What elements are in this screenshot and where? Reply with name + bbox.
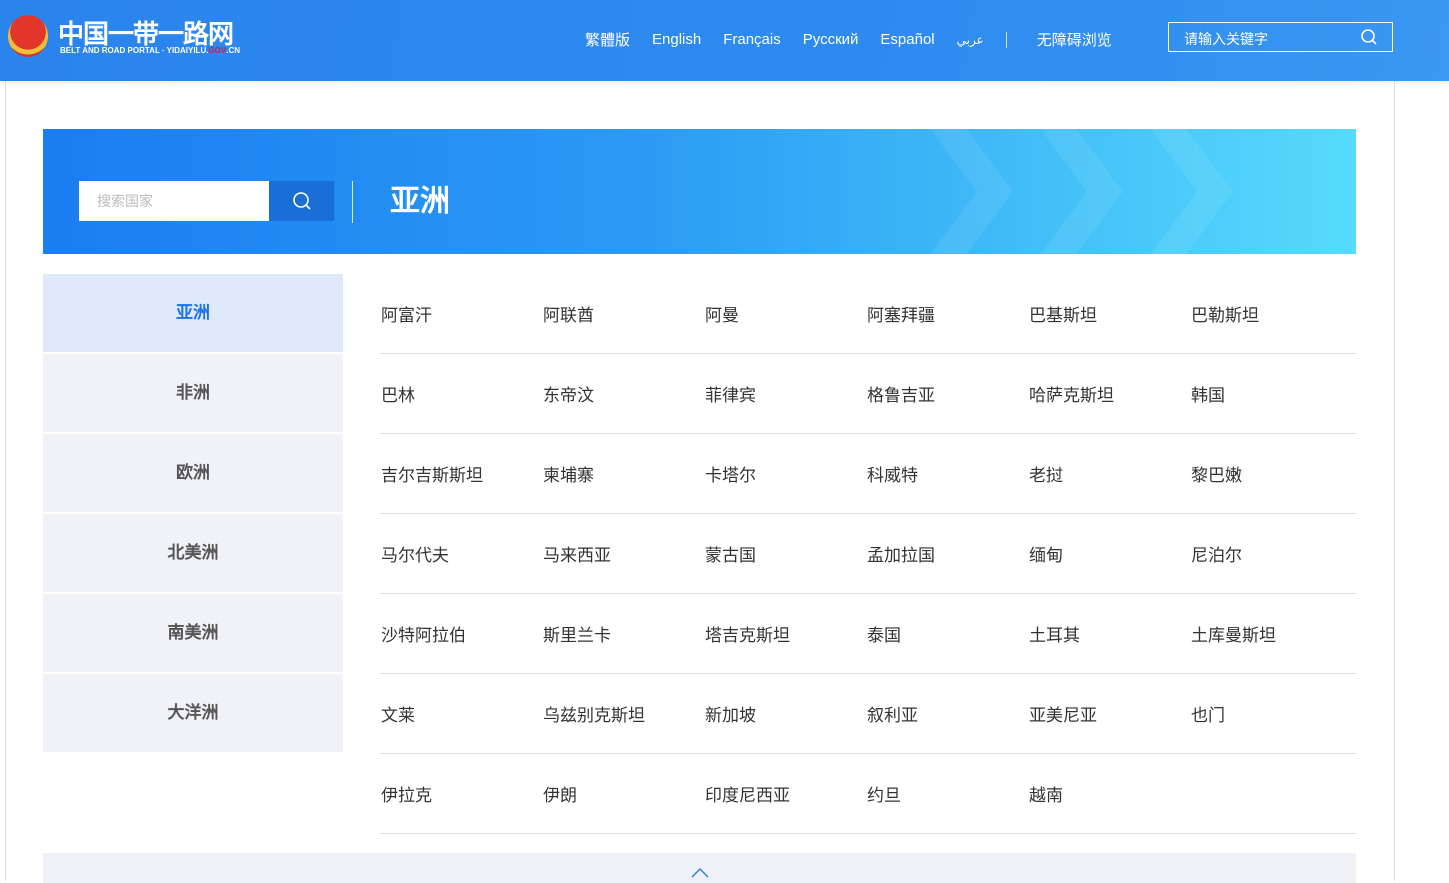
country-link[interactable]: 斯里兰卡	[542, 621, 704, 646]
country-link[interactable]: 菲律宾	[704, 381, 866, 406]
country-link[interactable]: 新加坡	[704, 701, 866, 726]
country-row: 马尔代夫 马来西亚 蒙古国 孟加拉国 缅甸 尼泊尔	[380, 514, 1356, 594]
country-row: 沙特阿拉伯 斯里兰卡 塔吉克斯坦 泰国 土耳其 土库曼斯坦	[380, 594, 1356, 674]
country-row: 巴林 东帝汶 菲律宾 格鲁吉亚 哈萨克斯坦 韩国	[380, 354, 1356, 434]
country-link[interactable]: 巴勒斯坦	[1190, 301, 1352, 326]
region-title: 亚洲	[390, 185, 450, 218]
country-link[interactable]: 沙特阿拉伯	[380, 621, 542, 646]
country-link[interactable]: 土耳其	[1028, 621, 1190, 646]
sidebar-item-europe[interactable]: 欧洲	[43, 434, 343, 514]
country-search-input[interactable]	[79, 181, 269, 221]
country-link[interactable]: 文莱	[380, 701, 542, 726]
sidebar-item-asia[interactable]: 亚洲	[43, 274, 343, 354]
site-header: 中国一带一路网 BELT AND ROAD PORTAL · YIDAIYILU…	[0, 0, 1449, 81]
country-link[interactable]: 巴基斯坦	[1028, 301, 1190, 326]
country-link[interactable]: 阿塞拜疆	[866, 301, 1028, 326]
country-link[interactable]: 哈萨克斯坦	[1028, 381, 1190, 406]
sidebar-item-south-america[interactable]: 南美洲	[43, 594, 343, 674]
country-link[interactable]: 巴林	[380, 381, 542, 406]
national-emblem-logo	[8, 15, 48, 57]
site-search-input[interactable]: 请输入关键字	[1168, 22, 1393, 52]
country-link[interactable]: 阿富汗	[380, 301, 542, 326]
country-search-button[interactable]	[269, 181, 334, 221]
language-nav: 繁體版 English Français Русский Español عرب…	[585, 29, 1134, 50]
sidebar-item-africa[interactable]: 非洲	[43, 354, 343, 434]
country-link[interactable]: 柬埔寨	[542, 461, 704, 486]
decor-chevron	[1143, 129, 1233, 254]
country-link[interactable]: 泰国	[866, 621, 1028, 646]
lang-arabic[interactable]: عربي	[957, 33, 984, 47]
site-search-placeholder: 请输入关键字	[1184, 31, 1268, 47]
lang-english[interactable]: English	[652, 31, 701, 48]
country-row: 吉尔吉斯斯坦 柬埔寨 卡塔尔 科威特 老挝 黎巴嫩	[380, 434, 1356, 514]
country-row: 文莱 乌兹别克斯坦 新加坡 叙利亚 亚美尼亚 也门	[380, 674, 1356, 754]
sidebar-item-oceania[interactable]: 大洋洲	[43, 674, 343, 754]
country-link[interactable]: 卡塔尔	[704, 461, 866, 486]
country-link[interactable]: 马来西亚	[542, 541, 704, 566]
country-link[interactable]: 伊拉克	[380, 781, 542, 806]
country-link[interactable]: 伊朗	[542, 781, 704, 806]
country-grid: 阿富汗 阿联酋 阿曼 阿塞拜疆 巴基斯坦 巴勒斯坦 巴林 东帝汶 菲律宾 格鲁吉亚 哈萨克斯坦 韩国吉…	[380, 274, 1356, 834]
country-link[interactable]: 老挝	[1028, 461, 1190, 486]
chevron-up-icon[interactable]	[688, 865, 712, 879]
country-link[interactable]: 韩国	[1190, 381, 1352, 406]
country-link[interactable]: 乌兹别克斯坦	[542, 701, 704, 726]
country-link[interactable]: 吉尔吉斯斯坦	[380, 461, 542, 486]
sidebar-item-north-america[interactable]: 北美洲	[43, 514, 343, 594]
logo-subtitle: BELT AND ROAD PORTAL · YIDAIYILU.GOV.CN	[60, 46, 241, 55]
country-link[interactable]: 科威特	[866, 461, 1028, 486]
country-link[interactable]: 印度尼西亚	[704, 781, 866, 806]
country-link[interactable]: 也门	[1190, 701, 1352, 726]
country-link[interactable]: 尼泊尔	[1190, 541, 1352, 566]
country-link[interactable]: 阿曼	[704, 301, 866, 326]
lang-french[interactable]: Français	[723, 31, 781, 48]
lang-spanish[interactable]: Español	[880, 31, 934, 48]
country-link[interactable]: 叙利亚	[866, 701, 1028, 726]
accessibility-link[interactable]: 无障碍浏览	[1037, 29, 1112, 50]
search-icon	[292, 192, 311, 210]
search-icon[interactable]	[1360, 28, 1378, 46]
country-link[interactable]: 黎巴嫩	[1190, 461, 1352, 486]
country-link[interactable]: 越南	[1028, 781, 1190, 806]
country-row: 伊拉克 伊朗 印度尼西亚 约旦 越南	[380, 754, 1356, 834]
region-banner: 亚洲	[43, 129, 1356, 254]
country-link[interactable]: 孟加拉国	[866, 541, 1028, 566]
country-row: 阿富汗 阿联酋 阿曼 阿塞拜疆 巴基斯坦 巴勒斯坦	[380, 274, 1356, 354]
banner-divider	[352, 181, 353, 223]
country-link[interactable]: 马尔代夫	[380, 541, 542, 566]
lang-traditional[interactable]: 繁體版	[585, 29, 630, 50]
country-link[interactable]: 土库曼斯坦	[1190, 621, 1352, 646]
country-link[interactable]: 塔吉克斯坦	[704, 621, 866, 646]
nav-divider	[1005, 31, 1007, 48]
country-link[interactable]: 格鲁吉亚	[866, 381, 1028, 406]
region-sidebar: 亚洲 非洲 欧洲 北美洲 南美洲 大洋洲	[43, 274, 343, 754]
country-link[interactable]: 亚美尼亚	[1028, 701, 1190, 726]
country-link[interactable]: 缅甸	[1028, 541, 1190, 566]
country-link[interactable]: 蒙古国	[704, 541, 866, 566]
country-link[interactable]: 东帝汶	[542, 381, 704, 406]
country-link[interactable]: 约旦	[866, 781, 1028, 806]
decor-chevron	[923, 129, 1013, 254]
decor-chevron	[1033, 129, 1123, 254]
country-link[interactable]: 阿联酋	[542, 301, 704, 326]
lang-russian[interactable]: Русский	[803, 31, 859, 48]
